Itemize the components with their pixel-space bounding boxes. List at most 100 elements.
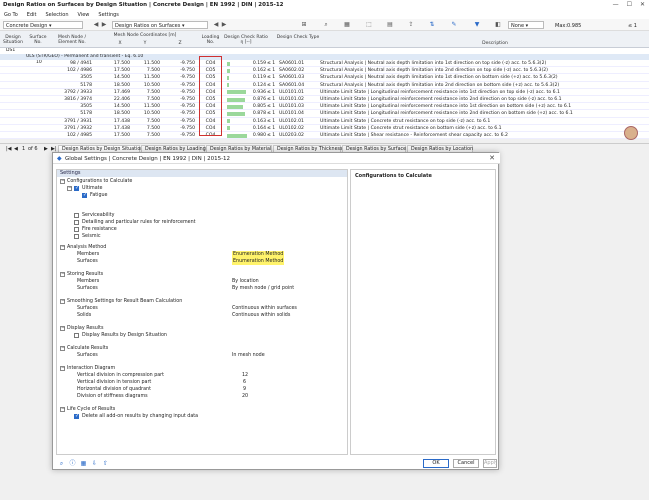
- interaction-div-stiff-row[interactable]: Division of stiffness diagrams 20: [57, 393, 347, 400]
- table-row[interactable]: 3791 / 3931 17.438 7.500 -9.750 CO4 0.163 ≤ 1U…: [0, 118, 649, 125]
- collapse-icon[interactable]: −: [60, 346, 65, 351]
- avatar[interactable]: [624, 126, 638, 140]
- analysis-surfaces-row[interactable]: Surfaces Enumeration Method: [57, 258, 347, 265]
- info-icon[interactable]: ⓘ: [69, 460, 76, 467]
- group-analysis[interactable]: − Analysis Method: [57, 244, 347, 251]
- filter-icon[interactable]: ▦: [343, 21, 351, 29]
- menu-selection[interactable]: Selection: [45, 12, 68, 18]
- collapse-icon[interactable]: −: [60, 299, 65, 304]
- smoothing-solids-row[interactable]: Solids Continuous within solids: [57, 312, 347, 319]
- th-surface-no[interactable]: Surface No.: [27, 35, 49, 45]
- table-row[interactable]: 3792 / 3933 17.469 7.500 -9.750 CO4 0.936 ≤ 1U…: [0, 89, 649, 96]
- import-icon[interactable]: ⇩: [91, 460, 98, 467]
- first-page-icon[interactable]: |◀: [6, 145, 12, 153]
- collapse-icon[interactable]: −: [60, 326, 65, 331]
- option-fire[interactable]: Fire resistance: [57, 226, 347, 233]
- group-smoothing[interactable]: − Smoothing Settings for Result Beam Cal…: [57, 298, 347, 305]
- option-seismic[interactable]: Seismic: [57, 233, 347, 240]
- next-icon[interactable]: ▶: [100, 21, 108, 29]
- th-type[interactable]: Design Check Type: [276, 35, 320, 40]
- table-row[interactable]: 98 / 4941 17.500 11.500 -9.750 CO4 0.159 ≤ 1 SA…: [0, 60, 649, 68]
- view-select[interactable]: Design Ratios on Surfaces ▾: [112, 21, 208, 29]
- next-view-icon[interactable]: ▶: [220, 21, 228, 29]
- next-page-icon[interactable]: ▶: [44, 145, 48, 153]
- funnel-icon[interactable]: ▼: [473, 21, 481, 29]
- collapse-icon[interactable]: −: [60, 272, 65, 277]
- option-delete-all[interactable]: Delete all add-on results by changing in…: [57, 413, 347, 420]
- prev-icon[interactable]: ◀: [92, 21, 100, 29]
- sort-icon[interactable]: ⇅: [428, 21, 436, 29]
- collapse-icon[interactable]: −: [60, 366, 65, 371]
- calculator-icon[interactable]: ▦: [80, 460, 87, 467]
- option-display-ds[interactable]: Display Results by Design Situation: [57, 332, 347, 339]
- menu-goto[interactable]: Go To: [4, 12, 18, 18]
- close-icon[interactable]: ✕: [640, 1, 645, 8]
- collapse-icon[interactable]: −: [60, 179, 65, 184]
- table-row[interactable]: 5178 18.500 10.500 -9.750 CO4 0.124 ≤ 1 SA0601.…: [0, 82, 649, 89]
- maximize-icon[interactable]: ☐: [627, 1, 632, 8]
- interaction-hd-quad-row[interactable]: Horizontal division of quadrant 9: [57, 386, 347, 393]
- group-calculate[interactable]: − Calculate Results: [57, 345, 347, 352]
- option-detailing[interactable]: Detailing and particular rules for reinf…: [57, 219, 347, 226]
- collapse-icon[interactable]: −: [60, 407, 65, 412]
- delete-all-checkbox[interactable]: [74, 413, 79, 420]
- export-icon[interactable]: ⇧: [102, 460, 109, 467]
- th-ratio[interactable]: Design Check Ratio η [--]: [224, 35, 268, 45]
- view-icon[interactable]: ⊞: [300, 21, 308, 29]
- group-config[interactable]: − Configurations to Calculate: [57, 178, 347, 185]
- menu-settings[interactable]: Settings: [98, 12, 119, 18]
- storing-surfaces-row[interactable]: Surfaces By mesh node / grid point: [57, 285, 347, 292]
- table-row[interactable]: 3505 14.500 11.500 -9.750 CO5 0.119 ≤ 1 SA0601.…: [0, 74, 649, 82]
- color-icon[interactable]: ◧: [494, 21, 502, 29]
- table-row[interactable]: 5178 18.500 10.500 -9.750 CO5 0.878 ≤ 1 UL0101.…: [0, 110, 649, 118]
- ok-button[interactable]: OK: [423, 459, 449, 468]
- option-fatigue[interactable]: Fatigue: [57, 192, 347, 199]
- pin-icon[interactable]: ✎: [450, 21, 458, 29]
- table-row[interactable]: 102 / 4986 17.500 7.500 -9.750 CO5 0.162 ≤ 1 SA…: [0, 67, 649, 75]
- fatigue-checkbox[interactable]: [82, 192, 87, 199]
- table-icon[interactable]: ▤: [386, 21, 394, 29]
- prev-page-icon[interactable]: ◀: [14, 145, 18, 153]
- zoom-icon[interactable]: ⌕: [322, 21, 330, 29]
- menu-view[interactable]: View: [78, 12, 90, 18]
- table-row[interactable]: 3816 / 3974 22.406 7.500 -9.750 CO5 0.876 ≤ 1U…: [0, 96, 649, 104]
- analysis-members-value[interactable]: Enumeration Method: [232, 251, 285, 258]
- seismic-checkbox[interactable]: [74, 234, 79, 239]
- group-display[interactable]: − Display Results: [57, 325, 347, 332]
- interaction-vd-comp-row[interactable]: Vertical division in compression part 12: [57, 372, 347, 379]
- export-icon[interactable]: ⇪: [407, 21, 415, 29]
- analysis-surfaces-value[interactable]: Enumeration Method: [232, 258, 285, 265]
- option-ultimate[interactable]: − Ultimate: [57, 185, 347, 192]
- th-description[interactable]: Description: [400, 41, 590, 46]
- fire-checkbox[interactable]: [74, 227, 79, 232]
- th-loading[interactable]: Loading No.: [199, 35, 222, 45]
- th-coords[interactable]: Mesh Node Coordinates [m]: [95, 33, 195, 38]
- module-select[interactable]: Concrete Design ▾: [3, 21, 83, 29]
- th-design-situation[interactable]: Design Situation: [1, 35, 25, 45]
- table-row[interactable]: 3791 / 3932 17.438 7.500 -9.750 CO4 0.164 ≤ 1U…: [0, 125, 649, 132]
- apply-button[interactable]: Apply: [483, 459, 497, 468]
- dialog-close-icon[interactable]: ✕: [489, 154, 495, 162]
- calculate-surfaces-row[interactable]: Surfaces In mesh node: [57, 352, 347, 359]
- group-lifecycle[interactable]: − Life Cycle of Results: [57, 406, 347, 413]
- table-row[interactable]: 102 / 4985 17.500 7.500 -9.750 CO4 0.980 ≤ 1 UL…: [0, 132, 649, 140]
- ultimate-checkbox[interactable]: [74, 185, 79, 192]
- table-row[interactable]: 3505 14.500 11.500 -9.750 CO4 0.805 ≤ 1 UL0101.…: [0, 103, 649, 111]
- storing-members-row[interactable]: Members By location: [57, 278, 347, 285]
- th-mesh-node[interactable]: Mesh Node / Element No.: [52, 35, 92, 45]
- serviceability-checkbox[interactable]: [74, 213, 79, 218]
- cancel-button[interactable]: Cancel: [453, 459, 479, 468]
- detailing-checkbox[interactable]: [74, 220, 79, 225]
- minimize-icon[interactable]: —: [613, 1, 619, 8]
- search-icon[interactable]: ⌕: [58, 460, 65, 467]
- interaction-vd-tens-row[interactable]: Vertical division in tension part 6: [57, 379, 347, 386]
- collapse-icon[interactable]: −: [67, 186, 72, 191]
- filter-select[interactable]: None ▾: [508, 21, 544, 29]
- prev-view-icon[interactable]: ◀: [212, 21, 220, 29]
- analysis-members-row[interactable]: Members Enumeration Method: [57, 251, 347, 258]
- option-serviceability[interactable]: Serviceability: [57, 212, 347, 219]
- group-storing[interactable]: − Storing Results: [57, 271, 347, 278]
- collapse-icon[interactable]: −: [60, 245, 65, 250]
- select-icon[interactable]: ⬚: [365, 21, 373, 29]
- group-interaction[interactable]: − Interaction Diagram: [57, 365, 347, 372]
